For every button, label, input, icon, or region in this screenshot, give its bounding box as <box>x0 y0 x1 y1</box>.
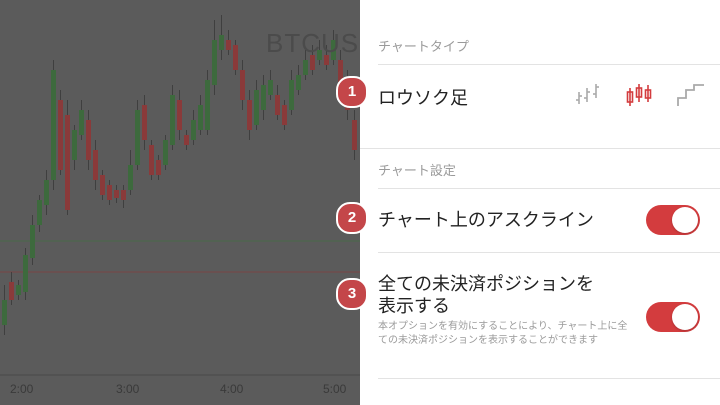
candle-body <box>128 165 133 190</box>
candle-body <box>226 40 231 50</box>
time-label: 3:00 <box>116 382 140 396</box>
candle-body <box>261 85 266 110</box>
time-label: 2:00 <box>10 382 34 396</box>
step-chart-icon[interactable] <box>676 82 706 112</box>
candle-body <box>289 80 294 110</box>
toggle-knob <box>672 304 698 330</box>
candle-body <box>282 105 287 125</box>
candle-body <box>275 95 280 115</box>
candle-body <box>2 300 7 325</box>
time-label: 5:00 <box>323 382 347 396</box>
candle-body <box>198 105 203 130</box>
ask-line-toggle[interactable] <box>646 205 700 235</box>
candlestick-icon[interactable] <box>626 82 654 112</box>
candle-body <box>156 160 161 175</box>
candle-body <box>247 100 252 130</box>
candle-body <box>254 90 259 125</box>
open-positions-label-line2: 表示する <box>378 296 450 317</box>
chart-settings-panel: チャートタイプ ロウソク足 チャート設定 チャート上のアスクライン 全ての未決済… <box>360 0 720 405</box>
candle-body <box>37 200 42 225</box>
candle-body <box>212 40 217 85</box>
price-chart[interactable]: BTCUSD 2:00 3:00 4:00 5:00 <box>0 0 360 405</box>
open-positions-toggle[interactable] <box>646 302 700 332</box>
divider <box>378 188 720 189</box>
callout-badge-2: 2 <box>336 202 368 234</box>
candle-body <box>107 185 112 200</box>
candle-body <box>296 75 301 90</box>
ask-line-label: チャート上のアスクライン <box>378 210 594 231</box>
candle-body <box>177 100 182 130</box>
candle-body <box>135 110 140 165</box>
candle-body <box>219 35 224 50</box>
candle-body <box>30 225 35 258</box>
candle-body <box>93 150 98 180</box>
candle-body <box>163 140 168 165</box>
candle-body <box>114 190 119 198</box>
candle-body <box>149 145 154 175</box>
candle-body <box>240 70 245 100</box>
candle-body <box>352 120 357 150</box>
chart-settings-header: チャート設定 <box>378 164 456 179</box>
candle-body <box>44 180 49 205</box>
candle-body <box>191 120 196 140</box>
candle-body <box>72 130 77 160</box>
candle-body <box>268 80 273 95</box>
candle-body <box>303 60 308 75</box>
open-positions-description: 本オプションを有効にすることにより、チャート上に全ての未決済ポジションを表示する… <box>378 321 628 346</box>
candle-body <box>142 105 147 140</box>
divider <box>378 378 720 379</box>
candle-body <box>205 80 210 130</box>
candle-body <box>79 110 84 135</box>
candle-body <box>65 115 70 210</box>
callout-badge-1: 1 <box>336 76 368 108</box>
candle-body <box>233 45 238 70</box>
candle-body <box>86 120 91 160</box>
divider <box>360 148 720 149</box>
candle-body <box>16 285 21 295</box>
callout-badge-3: 3 <box>336 278 368 310</box>
line-chart-icon[interactable] <box>576 82 604 112</box>
candlestick-chart <box>0 15 360 376</box>
candle-body <box>58 100 63 170</box>
chart-symbol: BTCUSD <box>266 28 360 58</box>
candle-body <box>9 282 14 300</box>
chart-type-label: ロウソク足 <box>378 88 468 109</box>
time-label: 4:00 <box>220 382 244 396</box>
divider <box>378 252 720 253</box>
candle-body <box>51 70 56 180</box>
candle-body <box>121 190 126 200</box>
candle-body <box>23 255 28 292</box>
toggle-knob <box>672 207 698 233</box>
candle-body <box>100 175 105 195</box>
chart-type-header: チャートタイプ <box>378 40 469 55</box>
candle-body <box>170 95 175 145</box>
candle-body <box>184 135 189 145</box>
divider <box>378 64 720 65</box>
